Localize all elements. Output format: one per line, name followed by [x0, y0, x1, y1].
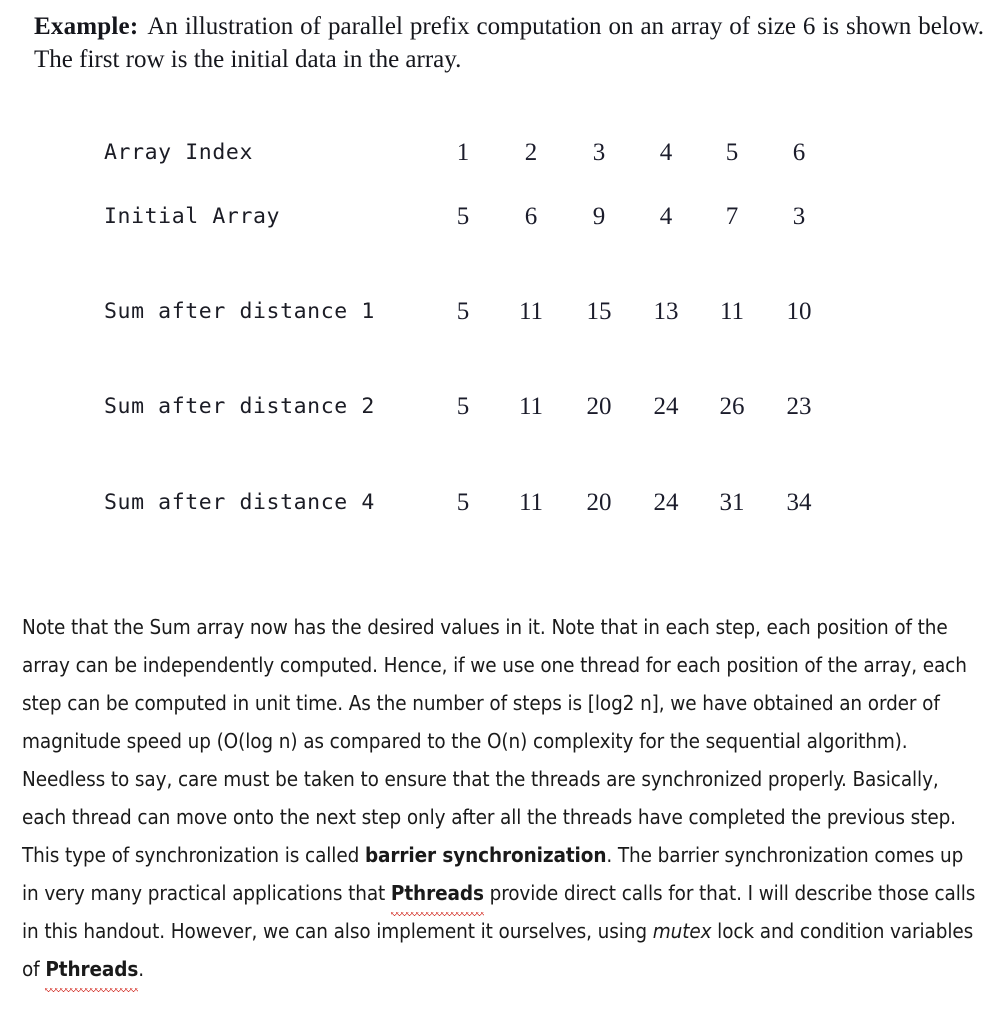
example-heading: Example: An illustration of parallel pref…	[34, 10, 984, 76]
table-cell: 11	[518, 298, 544, 325]
table-row: Sum after distance 4 5 11 20 24 31 34	[0, 486, 1000, 520]
table-row-label: Sum after distance 2	[104, 394, 375, 419]
table-cell: 13	[653, 298, 679, 325]
table-cell: 7	[725, 203, 739, 230]
table-cell: 3	[792, 203, 806, 230]
table-cell: 5	[456, 489, 470, 516]
table-cell: 2	[524, 139, 538, 166]
table-cell: 11	[518, 489, 544, 516]
paragraph-1-text: Note that the Sum array now has the desi…	[22, 615, 967, 753]
paragraph-1: Note that the Sum array now has the desi…	[22, 608, 980, 760]
table-cell: 10	[786, 298, 812, 325]
table-row-values: 5 6 9 4 7 3	[430, 200, 840, 234]
table-cell: 9	[592, 203, 606, 230]
example-label: Example:	[34, 13, 139, 40]
table-cell: 5	[456, 203, 470, 230]
term-pthreads-1: Pthreads	[390, 874, 484, 916]
table-cell: 3	[592, 139, 606, 166]
term-pthreads-2: Pthreads	[45, 950, 138, 992]
table-cell: 5	[456, 393, 470, 420]
table-cell: 26	[719, 393, 745, 420]
table-row-values: 1 2 3 4 5 6	[430, 136, 840, 170]
table-cell: 24	[653, 489, 679, 516]
table-cell: 11	[518, 393, 544, 420]
table-row: Sum after distance 2 5 11 20 24 26 23	[0, 390, 1000, 424]
table-cell: 34	[786, 489, 812, 516]
table-row-values: 5 11 20 24 26 23	[430, 390, 840, 424]
term-barrier-synchronization: barrier synchronization	[364, 843, 607, 867]
table-cell: 15	[586, 298, 612, 325]
table-row-label: Initial Array	[104, 204, 281, 229]
table-cell: 6	[792, 139, 806, 166]
table-cell: 6	[524, 203, 538, 230]
table-cell: 5	[456, 298, 470, 325]
table-row: Array Index 1 2 3 4 5 6	[0, 136, 1000, 170]
paragraph-2: Needless to say, care must be taken to e…	[22, 760, 980, 992]
example-heading-text: An illustration of parallel prefix compu…	[34, 13, 984, 73]
body-prose: Note that the Sum array now has the desi…	[22, 608, 980, 992]
table-cell: 31	[719, 489, 745, 516]
table-cell: 5	[725, 139, 739, 166]
table-cell: 4	[659, 139, 673, 166]
table-cell: 23	[786, 393, 812, 420]
term-mutex: mutex	[652, 919, 712, 943]
table-cell: 20	[586, 393, 612, 420]
table-row: Sum after distance 1 5 11 15 13 11 10	[0, 295, 1000, 329]
table-row: Initial Array 5 6 9 4 7 3	[0, 200, 1000, 234]
table-cell: 20	[586, 489, 612, 516]
table-cell: 1	[456, 139, 470, 166]
paragraph-2-text-e: .	[138, 957, 144, 981]
table-row-label: Array Index	[104, 140, 253, 165]
table-row-values: 5 11 15 13 11 10	[430, 295, 840, 329]
table-cell: 11	[719, 298, 745, 325]
table-row-label: Sum after distance 4	[104, 490, 375, 515]
table-cell: 24	[653, 393, 679, 420]
table-row-label: Sum after distance 1	[104, 299, 375, 324]
prefix-sum-illustration-table: Array Index 1 2 3 4 5 6 Initial Array 5 6 9 4 7 3 Sum …	[0, 126, 1000, 546]
table-row-values: 5 11 20 24 31 34	[430, 486, 840, 520]
table-cell: 4	[659, 203, 673, 230]
